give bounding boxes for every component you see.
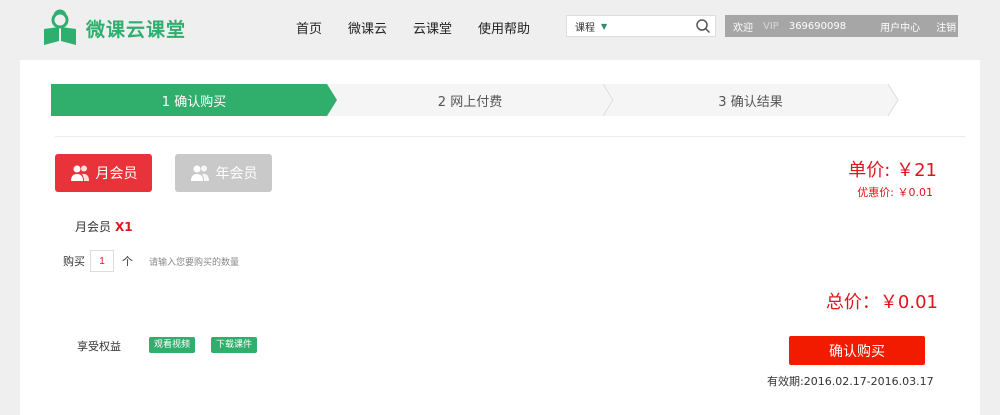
search-category-label: 课程	[575, 22, 595, 34]
logout-link[interactable]: 注销	[936, 19, 956, 34]
step-separator	[603, 84, 614, 116]
discount-price: 优惠价: ￥0.01	[857, 186, 933, 199]
search-category-select[interactable]: 课程 ▼	[567, 19, 613, 34]
search-box: 课程 ▼	[566, 15, 716, 37]
benefits-label: 享受权益	[77, 340, 121, 353]
logo[interactable]: 微课云课堂	[42, 8, 186, 48]
users-icon	[190, 165, 209, 181]
quantity-label: 购买	[63, 255, 85, 268]
step-confirm-result: 3 确认结果	[603, 84, 898, 116]
tab-year-label: 年会员	[215, 166, 258, 182]
search-icon[interactable]	[695, 18, 711, 34]
benefit-badge-download: 下载课件	[211, 337, 258, 353]
quantity-hint: 请输入您要购买的数量	[149, 257, 240, 268]
divider	[55, 136, 965, 137]
brand-name: 微课云课堂	[86, 18, 187, 41]
users-icon	[70, 165, 89, 181]
confirm-purchase-button[interactable]: 确认购买	[789, 336, 925, 365]
search-input[interactable]	[613, 17, 685, 35]
unit-price: 单价: ￥21	[848, 160, 937, 181]
nav-item-help[interactable]: 使用帮助	[478, 18, 530, 37]
quantity-unit: 个	[122, 255, 133, 268]
tab-year-member[interactable]: 年会员	[175, 154, 272, 192]
user-id: 369690098	[788, 20, 847, 32]
total-price: 总价：￥0.01	[825, 292, 938, 313]
nav-item-cloud-classroom[interactable]: 云课堂	[413, 18, 452, 37]
welcome-text: 欢迎	[733, 22, 753, 34]
step-online-payment: 2 网上付费	[327, 84, 613, 116]
validity-period: 有效期:2016.02.17-2016.03.17	[767, 375, 934, 388]
selected-plan-count: X1	[115, 220, 133, 234]
tab-month-label: 月会员	[95, 166, 138, 182]
user-center-link[interactable]: 用户中心	[880, 19, 920, 34]
nav-item-home[interactable]: 首页	[296, 18, 322, 37]
tab-month-member[interactable]: 月会员	[55, 154, 152, 192]
order-card: 1 确认购买 2 网上付费 3 确认结果 月会员 年会员 单价: ￥21 优惠价…	[20, 60, 980, 415]
progress-steps: 1 确认购买 2 网上付费 3 确认结果	[51, 84, 899, 116]
vip-label: VIP	[763, 20, 779, 32]
nav-item-microclass-cloud[interactable]: 微课云	[348, 18, 387, 37]
quantity-row: 购买 个 请输入您要购买的数量	[63, 250, 239, 272]
step-confirm-purchase: 1 确认购买	[51, 84, 337, 116]
selected-plan: 月会员 X1	[75, 218, 133, 235]
step-separator	[888, 84, 899, 116]
cloud-book-logo-icon	[44, 9, 76, 45]
caret-down-icon: ▼	[601, 21, 608, 31]
quantity-input[interactable]	[90, 250, 114, 272]
selected-plan-name: 月会员	[75, 220, 112, 234]
main-nav: 首页 微课云 云课堂 使用帮助	[296, 18, 556, 37]
benefit-badge-watch-video: 观看视频	[149, 337, 196, 353]
user-bar: 欢迎 VIP 369690098 用户中心 注销	[725, 15, 958, 37]
